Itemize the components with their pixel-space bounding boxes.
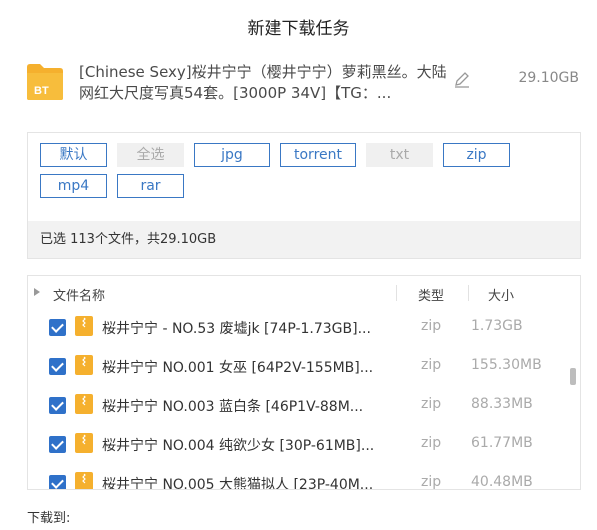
file-name: 桜井宁宁 NO.003 蓝白条 [46P1V-88M... <box>102 399 364 415</box>
file-checkbox[interactable] <box>49 319 66 336</box>
zip-file-icon <box>75 316 93 336</box>
filter-panel: 默认 全选 jpg torrent txt zip mp4 rar 已选 113… <box>27 132 581 259</box>
zip-file-icon <box>75 394 93 414</box>
filter-txt-button[interactable]: txt <box>366 143 433 167</box>
filter-rar-button[interactable]: rar <box>117 174 184 198</box>
task-name: [Chinese Sexy]桜井宁宁（樱井宁宁）萝莉黑丝。大陆网红大尺度写真54… <box>79 63 447 102</box>
zip-file-icon <box>75 472 93 489</box>
file-size: 1.73GB <box>471 318 523 334</box>
bt-file-icon: BT <box>27 64 63 100</box>
column-divider <box>468 285 469 301</box>
file-checkbox[interactable] <box>49 475 66 489</box>
file-row[interactable]: 桜井宁宁 NO.003 蓝白条 [46P1V-88M... zip 88.33M… <box>28 388 580 427</box>
column-header-name[interactable]: 文件名称 <box>53 285 105 304</box>
zip-file-icon <box>75 433 93 453</box>
filter-default-button[interactable]: 默认 <box>40 143 107 167</box>
column-header-size[interactable]: 大小 <box>488 285 514 304</box>
file-size: 155.30MB <box>471 357 542 373</box>
file-type: zip <box>421 474 442 490</box>
file-row[interactable]: 桜井宁宁 - NO.53 废墟jk [74P-1.73GB]... zip 1.… <box>28 310 580 349</box>
file-type: zip <box>421 318 442 334</box>
file-list-panel: 文件名称 类型 大小 桜井宁宁 - NO.53 废墟jk [74P-1.73GB… <box>27 275 581 490</box>
download-destination-label: 下载到: <box>27 511 71 526</box>
file-list-scrollbar[interactable] <box>570 368 576 385</box>
file-name: 桜井宁宁 NO.001 女巫 [64P2V-155MB]... <box>102 360 374 376</box>
file-list-header: 文件名称 类型 大小 <box>28 276 580 310</box>
selection-summary: 已选 113个文件，共29.10GB <box>28 221 580 258</box>
file-size: 40.48MB <box>471 474 533 490</box>
file-list: 桜井宁宁 - NO.53 废墟jk [74P-1.73GB]... zip 1.… <box>28 310 580 490</box>
file-row[interactable]: 桜井宁宁 NO.005 大熊猫拟人 [23P-40M... zip 40.48M… <box>28 466 580 490</box>
file-name: 桜井宁宁 NO.005 大熊猫拟人 [23P-40M... <box>102 477 374 490</box>
file-type: zip <box>421 396 442 412</box>
filter-jpg-button[interactable]: jpg <box>194 143 270 167</box>
file-row[interactable]: 桜井宁宁 NO.004 纯欲少女 [30P-61MB]... zip 61.77… <box>28 427 580 466</box>
zip-file-icon <box>75 355 93 375</box>
file-type: zip <box>421 435 442 451</box>
file-row[interactable]: 桜井宁宁 NO.001 女巫 [64P2V-155MB]... zip 155.… <box>28 349 580 388</box>
filter-chips: 默认 全选 jpg torrent txt zip mp4 rar <box>40 143 570 198</box>
edit-icon[interactable] <box>453 71 471 89</box>
expand-triangle-icon[interactable] <box>34 288 40 296</box>
task-size: 29.10GB <box>518 70 579 86</box>
filter-torrent-button[interactable]: torrent <box>280 143 356 167</box>
file-name: 桜井宁宁 NO.004 纯欲少女 [30P-61MB]... <box>102 438 375 454</box>
file-checkbox[interactable] <box>49 436 66 453</box>
file-name: 桜井宁宁 - NO.53 废墟jk [74P-1.73GB]... <box>102 321 371 337</box>
svg-text:BT: BT <box>34 85 49 97</box>
file-size: 61.77MB <box>471 435 533 451</box>
filter-zip-button[interactable]: zip <box>443 143 510 167</box>
column-divider <box>396 285 397 301</box>
file-type: zip <box>421 357 442 373</box>
file-checkbox[interactable] <box>49 358 66 375</box>
file-checkbox[interactable] <box>49 397 66 414</box>
file-size: 88.33MB <box>471 396 533 412</box>
filter-select-all-button[interactable]: 全选 <box>117 143 184 167</box>
filter-mp4-button[interactable]: mp4 <box>40 174 107 198</box>
column-header-type[interactable]: 类型 <box>418 285 444 304</box>
dialog-title: 新建下载任务 <box>247 19 350 39</box>
task-row: BT [Chinese Sexy]桜井宁宁（樱井宁宁）萝莉黑丝。大陆网红大尺度写… <box>26 58 586 108</box>
